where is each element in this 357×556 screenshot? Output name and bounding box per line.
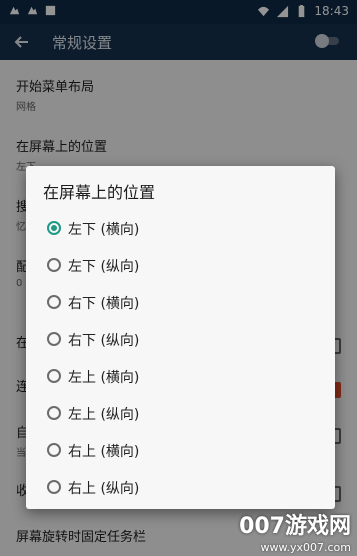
option-bottom-left-horizontal[interactable]: 左下 (横向) [26, 210, 335, 246]
site-watermark: 007游戏网 www.yx007.com [223, 508, 351, 554]
option-bottom-left-vertical[interactable]: 左下 (纵向) [26, 247, 335, 283]
option-top-right-horizontal[interactable]: 右上 (横向) [26, 432, 335, 468]
radio-button[interactable] [47, 221, 61, 235]
option-label: 右上 (横向) [68, 444, 140, 460]
option-label: 右上 (纵向) [68, 481, 140, 497]
radio-button[interactable] [47, 295, 61, 309]
position-dialog: 在屏幕上的位置 左下 (横向) 左下 (纵向) 右下 (横向) 右下 (纵向) … [26, 166, 335, 509]
option-label: 左下 (纵向) [68, 259, 140, 275]
radio-button[interactable] [47, 332, 61, 346]
radio-button[interactable] [47, 369, 61, 383]
option-label: 右下 (纵向) [68, 333, 140, 349]
option-top-left-horizontal[interactable]: 左上 (横向) [26, 358, 335, 394]
radio-button[interactable] [47, 480, 61, 494]
radio-button[interactable] [47, 258, 61, 272]
option-bottom-right-horizontal[interactable]: 右下 (横向) [26, 284, 335, 320]
watermark-url: www.yx007.com [260, 541, 351, 554]
option-top-right-vertical[interactable]: 右上 (纵向) [26, 469, 335, 505]
dialog-title: 在屏幕上的位置 [43, 183, 156, 202]
watermark-brand: 007游戏网 [239, 514, 351, 539]
radio-button[interactable] [47, 406, 61, 420]
option-top-left-vertical[interactable]: 左上 (纵向) [26, 395, 335, 431]
option-label: 左上 (纵向) [68, 407, 140, 423]
option-bottom-right-vertical[interactable]: 右下 (纵向) [26, 321, 335, 357]
option-label: 左上 (横向) [68, 370, 140, 386]
option-label: 右下 (横向) [68, 296, 140, 312]
radio-button[interactable] [47, 443, 61, 457]
option-label: 左下 (横向) [68, 222, 140, 238]
